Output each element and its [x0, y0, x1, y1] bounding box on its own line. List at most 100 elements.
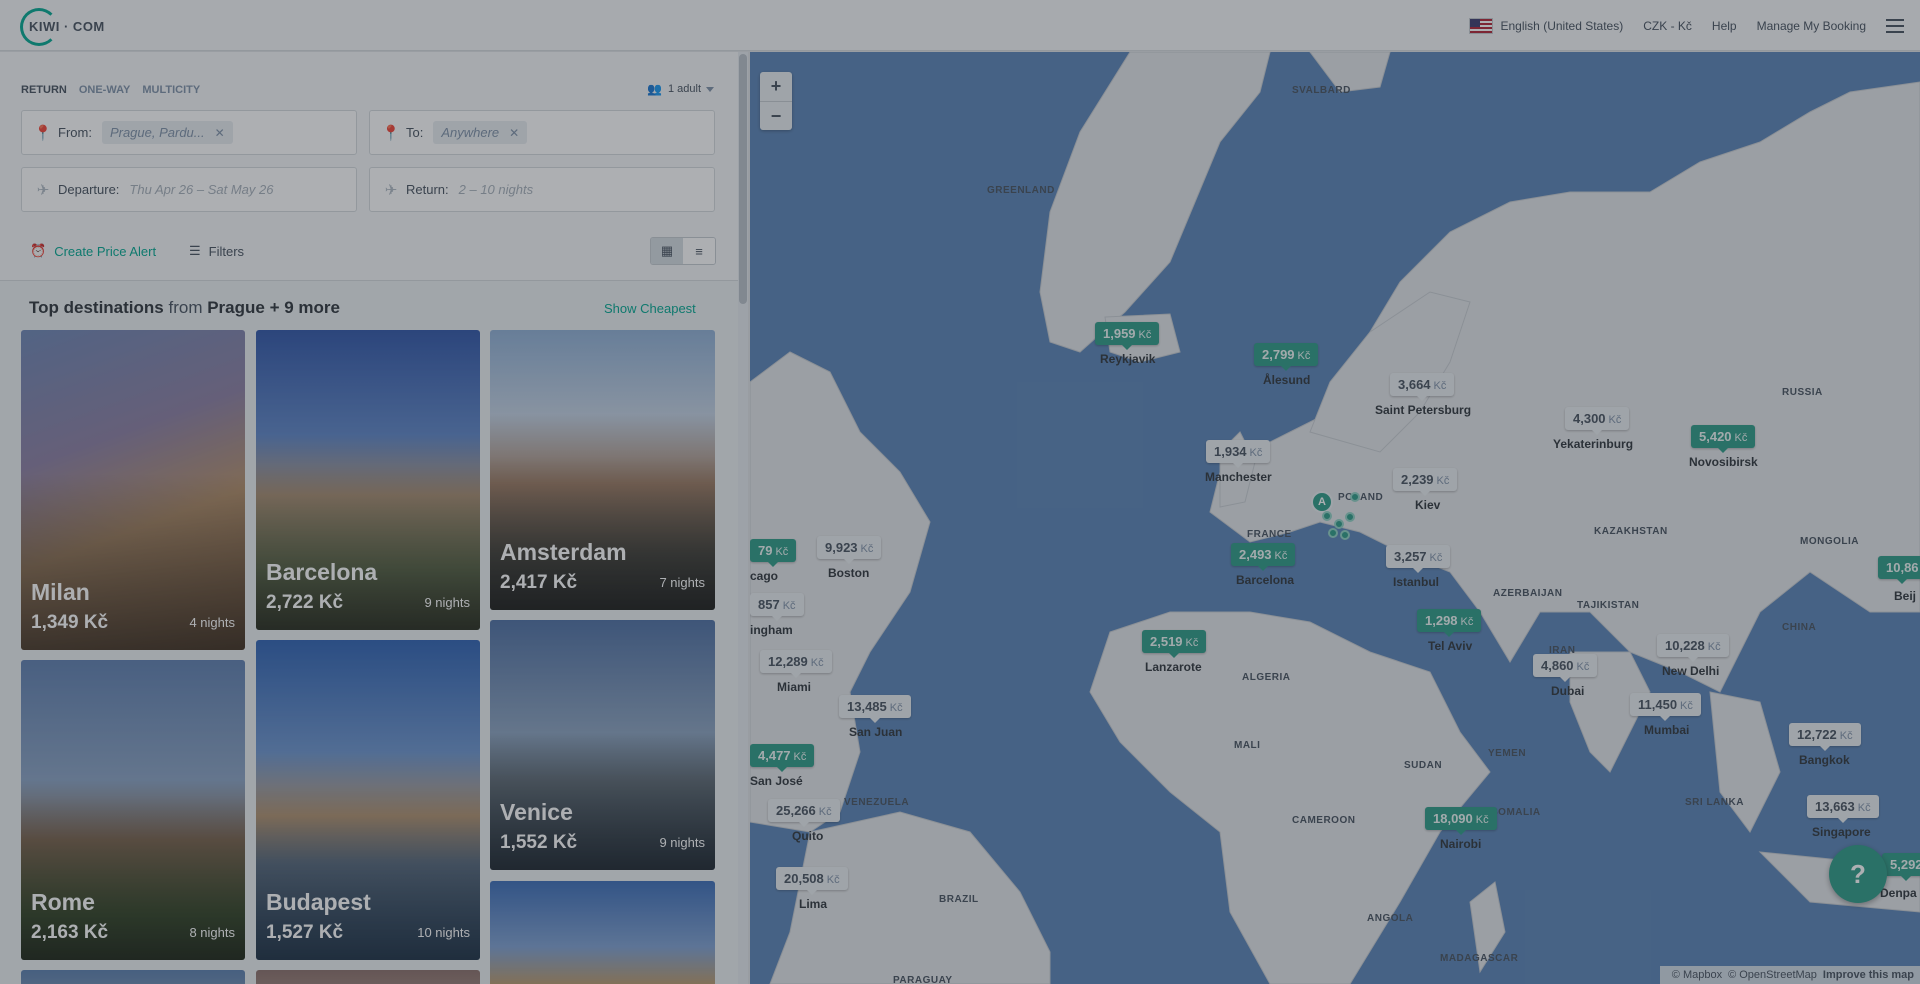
price-label-manchester[interactable]: 1,934 Kč — [1206, 440, 1271, 468]
city-label-bangkok[interactable]: Bangkok — [1799, 753, 1850, 767]
city-label-lanzarote[interactable]: Lanzarote — [1145, 660, 1202, 674]
origin-marker[interactable]: A — [1311, 491, 1333, 513]
origin-airport-dot[interactable] — [1350, 492, 1360, 502]
destination-card-venice[interactable]: Venice 1,552 Kč 9 nights — [490, 620, 715, 870]
remove-from-icon[interactable]: ✕ — [215, 126, 225, 140]
price-label-san-jose[interactable]: 4,477 Kč — [750, 744, 815, 772]
city-label-san-juan[interactable]: San Juan — [849, 725, 902, 739]
price-label-nairobi[interactable]: 18,090 Kč — [1425, 807, 1497, 835]
city-label-nairobi[interactable]: Nairobi — [1440, 837, 1481, 851]
price-label-quito[interactable]: 25,266 Kč — [768, 799, 840, 827]
origin-airport-dot[interactable] — [1340, 530, 1350, 540]
origin-airport-dot[interactable] — [1334, 519, 1344, 529]
destination-card-partial[interactable] — [21, 970, 245, 984]
currency-selector[interactable]: CZK - Kč — [1643, 19, 1692, 33]
price-label-kiev[interactable]: 2,239 Kč — [1393, 468, 1458, 496]
city-label-birmingham[interactable]: ingham — [750, 623, 793, 637]
price-label-new-delhi[interactable]: 10,228 Kč — [1657, 634, 1729, 662]
origin-airport-dot[interactable] — [1328, 528, 1338, 538]
city-label-quito[interactable]: Quito — [792, 829, 823, 843]
destination-card-budapest[interactable]: Budapest 1,527 Kč 10 nights — [256, 640, 480, 960]
price-label-reykjavik[interactable]: 1,959 Kč — [1095, 322, 1160, 350]
city-label-beijing[interactable]: Beij — [1894, 589, 1916, 603]
price-label-miami[interactable]: 12,289 Kč — [760, 650, 832, 678]
price-label-mumbai[interactable]: 11,450 Kč — [1630, 693, 1701, 721]
language-selector[interactable]: English (United States) — [1468, 17, 1623, 34]
zoom-out-icon[interactable]: − — [760, 101, 792, 130]
origin-airport-dot[interactable] — [1345, 512, 1355, 522]
city-label-saint-petersburg[interactable]: Saint Petersburg — [1375, 403, 1471, 417]
destination-card-partial[interactable] — [490, 881, 715, 984]
to-field[interactable]: 📍 To: Anywhere ✕ — [369, 110, 715, 155]
city-label-reykjavik[interactable]: Reykjavik — [1100, 352, 1155, 366]
city-label-istanbul[interactable]: Istanbul — [1393, 575, 1439, 589]
show-cheapest-link[interactable]: Show Cheapest — [604, 301, 696, 316]
city-label-miami[interactable]: Miami — [777, 680, 811, 694]
price-label-san-juan[interactable]: 13,485 Kč — [839, 695, 911, 723]
city-label-boston[interactable]: Boston — [828, 566, 869, 580]
price-label-lanzarote[interactable]: 2,519 Kč — [1142, 630, 1207, 658]
price-label-birmingham[interactable]: 857 Kč — [750, 593, 804, 621]
destination-card-partial[interactable] — [256, 970, 480, 984]
price-label-chicago[interactable]: 79 Kč — [750, 539, 797, 567]
city-label-chicago[interactable]: cago — [750, 569, 778, 583]
price-label-istanbul[interactable]: 3,257 Kč — [1386, 545, 1451, 573]
remove-to-icon[interactable]: ✕ — [509, 126, 519, 140]
destination-card-amsterdam[interactable]: Amsterdam 2,417 Kč 7 nights — [490, 330, 715, 610]
return-field[interactable]: ✈ Return: 2 – 10 nights — [369, 167, 715, 212]
city-label-novosibirsk[interactable]: Novosibirsk — [1689, 455, 1758, 469]
hamburger-menu-icon[interactable] — [1886, 18, 1904, 33]
price-label-dubai[interactable]: 4,860 Kč — [1533, 654, 1598, 682]
destination-card-milan[interactable]: Milan 1,349 Kč 4 nights — [21, 330, 245, 650]
price-label-beijing[interactable]: 10,86 — [1878, 556, 1920, 584]
price-label-singapore[interactable]: 13,663 Kč — [1807, 795, 1879, 823]
price-label-saint-petersburg[interactable]: 3,664 Kč — [1390, 373, 1455, 401]
city-label-alesund[interactable]: Ålesund — [1263, 373, 1310, 387]
tab-return[interactable]: RETURN — [21, 84, 67, 96]
osm-credit[interactable]: © OpenStreetMap — [1728, 969, 1817, 981]
manage-booking-link[interactable]: Manage My Booking — [1757, 19, 1866, 33]
destination-card-rome[interactable]: Rome 2,163 Kč 8 nights — [21, 660, 245, 960]
tab-one-way[interactable]: ONE-WAY — [79, 84, 131, 96]
price-label-novosibirsk[interactable]: 5,420 Kč — [1691, 425, 1756, 453]
destination-card-barcelona[interactable]: Barcelona 2,722 Kč 9 nights — [256, 330, 480, 630]
scrollbar-thumb[interactable] — [739, 54, 747, 304]
price-label-boston[interactable]: 9,923 Kč — [817, 536, 882, 564]
city-label-denpasar[interactable]: Denpa — [1880, 886, 1917, 900]
kiwi-logo[interactable]: KIWI · COM — [20, 6, 106, 46]
city-label-dubai[interactable]: Dubai — [1551, 684, 1584, 698]
city-label-kiev[interactable]: Kiev — [1415, 498, 1440, 512]
zoom-in-icon[interactable]: + — [760, 72, 792, 101]
price-label-lima[interactable]: 20,508 Kč — [776, 867, 848, 895]
city-label-new-delhi[interactable]: New Delhi — [1662, 664, 1719, 678]
passengers-selector[interactable]: 👥 1 adult — [647, 82, 714, 96]
grid-view-icon[interactable]: ▦ — [651, 238, 683, 264]
improve-map-link[interactable]: Improve this map — [1823, 969, 1914, 981]
price-label-denpasar[interactable]: 5,292 — [1882, 853, 1920, 881]
price-label-yekaterinburg[interactable]: 4,300 Kč — [1565, 407, 1630, 435]
city-label-lima[interactable]: Lima — [799, 897, 827, 911]
filters-button[interactable]: ☰ Filters — [189, 243, 244, 259]
help-link[interactable]: Help — [1712, 19, 1737, 33]
city-label-san-jose[interactable]: San José — [750, 774, 803, 788]
help-chat-button[interactable]: ? — [1829, 845, 1887, 903]
city-label-manchester[interactable]: Manchester — [1205, 470, 1272, 484]
city-label-mumbai[interactable]: Mumbai — [1644, 723, 1689, 737]
price-value: 79 — [758, 543, 773, 558]
create-price-alert-button[interactable]: ⏰ Create Price Alert — [30, 243, 156, 259]
list-view-icon[interactable]: ≡ — [683, 238, 715, 264]
tab-multicity[interactable]: MULTICITY — [142, 84, 200, 96]
mapbox-credit[interactable]: © Mapbox — [1672, 969, 1722, 981]
city-label-singapore[interactable]: Singapore — [1812, 825, 1871, 839]
city-label-barcelona[interactable]: Barcelona — [1236, 573, 1294, 587]
departure-field[interactable]: ✈ Departure: Thu Apr 26 – Sat May 26 — [21, 167, 357, 212]
from-field[interactable]: 📍 From: Prague, Pardu... ✕ — [21, 110, 357, 155]
price-label-bangkok[interactable]: 12,722 Kč — [1789, 723, 1861, 751]
city-label-yekaterinburg[interactable]: Yekaterinburg — [1553, 437, 1633, 451]
price-label-alesund[interactable]: 2,799 Kč — [1254, 343, 1319, 371]
price-label-barcelona[interactable]: 2,493 Kč — [1231, 543, 1296, 571]
price-label-tel-aviv[interactable]: 1,298 Kč — [1417, 609, 1482, 637]
city-label-tel-aviv[interactable]: Tel Aviv — [1428, 639, 1472, 653]
origin-airport-dot[interactable] — [1322, 511, 1332, 521]
world-map[interactable]: + − SVALBARD GREENLAND RUSSIA KAZAKHSTAN… — [750, 52, 1920, 984]
